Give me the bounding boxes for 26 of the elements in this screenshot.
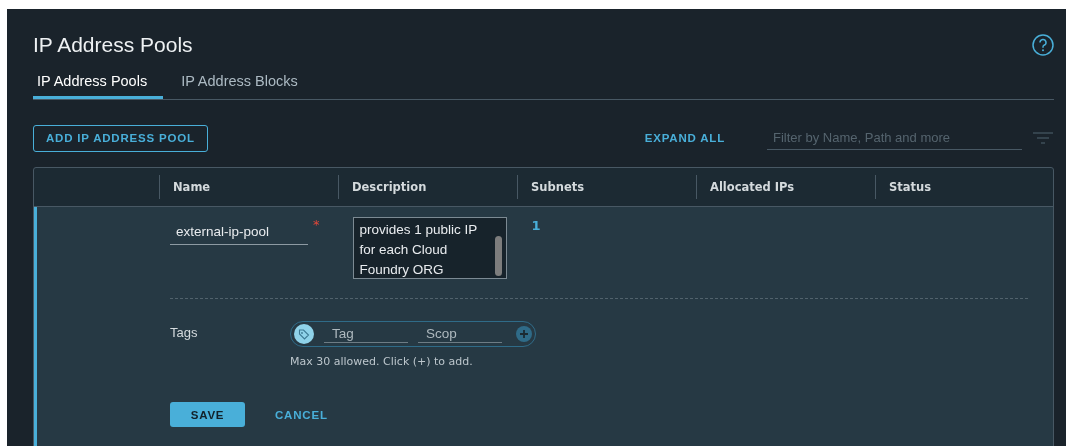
scrollbar-thumb	[494, 236, 502, 276]
name-field[interactable]: external-ip-pool	[170, 219, 308, 245]
column-header: Description	[338, 175, 517, 199]
expand-all-link[interactable]: EXPAND ALL	[638, 131, 731, 145]
tab[interactable]: IP Address Pools	[33, 67, 164, 99]
column-header: Allocated IPs	[696, 175, 875, 199]
filter-icon	[1032, 131, 1054, 145]
filter-field[interactable]: Filter by Name, Path and more	[767, 126, 1022, 150]
tab[interactable]: IP Address Blocks	[177, 67, 314, 99]
help-icon[interactable]	[1032, 34, 1054, 56]
tag-field[interactable]: Tag	[324, 325, 408, 343]
column-header: Status	[875, 175, 1053, 199]
page-title: IP Address Pools	[33, 33, 193, 57]
required-mark: *	[313, 217, 320, 232]
subnets-link[interactable]: 1	[531, 218, 541, 233]
add-pool-button[interactable]: ADD IP ADDRESS POOL	[33, 124, 208, 152]
cancel-button[interactable]: CANCEL	[259, 408, 344, 421]
tags-label: Tags	[170, 324, 199, 342]
scope-field[interactable]: Scop	[418, 325, 502, 343]
tag-icon	[294, 324, 314, 344]
column-header: Name	[159, 175, 338, 199]
add-icon[interactable]	[516, 326, 532, 342]
column-header: Subnets	[517, 175, 696, 199]
save-button[interactable]: SAVE	[170, 402, 245, 427]
description-field[interactable]: provides 1 public IP for each Cloud Foundry ORG	[352, 217, 507, 279]
hint-text: Max 30 allowed. Click (+) to add.	[290, 355, 474, 368]
